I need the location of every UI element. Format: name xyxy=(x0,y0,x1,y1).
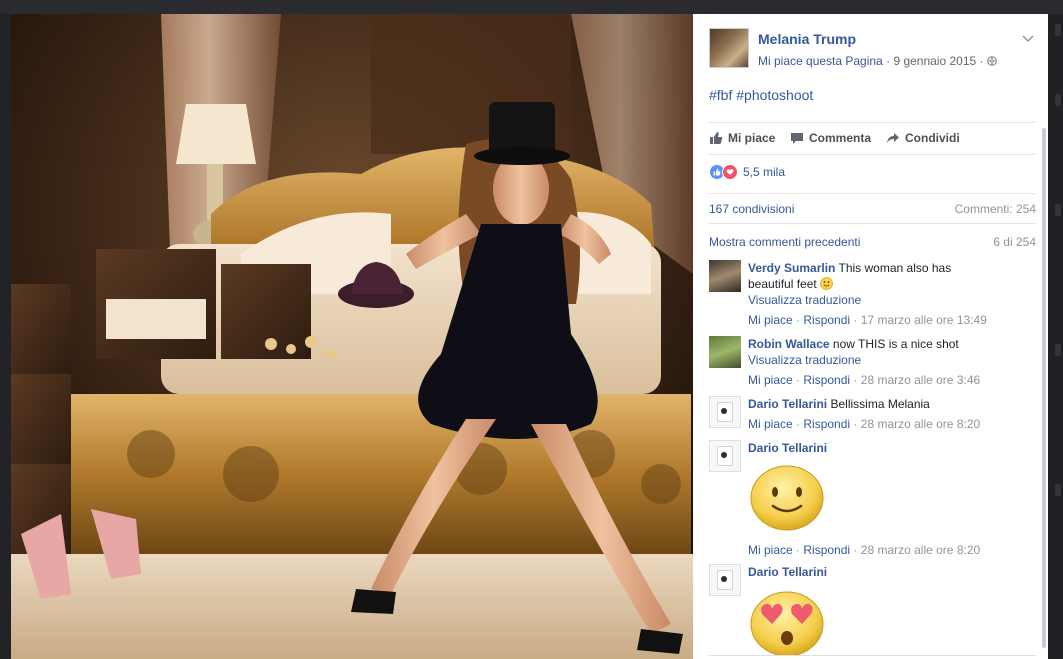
love-reaction-icon xyxy=(722,164,738,180)
like-page-link[interactable]: Mi piace questa Pagina xyxy=(758,54,883,68)
comment-author[interactable]: Robin Wallace xyxy=(748,337,830,351)
comment-timestamp[interactable]: 28 marzo alle ore 8:20 xyxy=(861,543,980,557)
background-right-edge xyxy=(1048,14,1063,659)
comment-input-divider xyxy=(709,655,1036,659)
reactions-count: 5,5 mila xyxy=(743,165,786,179)
commenter-avatar[interactable] xyxy=(709,564,741,596)
background-left-edge xyxy=(0,14,11,659)
comment-author[interactable]: Dario Tellarini xyxy=(748,565,827,579)
page-avatar[interactable] xyxy=(709,28,749,68)
comment-bubble-icon xyxy=(790,132,804,145)
comment-author[interactable]: Dario Tellarini xyxy=(748,441,827,455)
comment-timestamp[interactable]: 17 marzo alle ore 13:49 xyxy=(861,313,987,327)
action-separator: · xyxy=(853,313,858,327)
divider xyxy=(709,193,1036,194)
post-meta: Mi piace questa Pagina · 9 gennaio 2015 … xyxy=(758,54,997,68)
post-options-chevron-icon[interactable] xyxy=(1022,32,1034,46)
comment-reply-link[interactable]: Rispondi xyxy=(803,417,850,431)
smiley-sticker xyxy=(748,462,1003,538)
action-separator: · xyxy=(796,373,801,387)
post-photo[interactable] xyxy=(11,14,693,659)
comment-actions: Mi piace · Rispondi · 28 marzo alle ore … xyxy=(748,542,1003,558)
comment-like-link[interactable]: Mi piace xyxy=(748,313,793,327)
smile-emoji-icon xyxy=(820,277,833,291)
comment-actions: Mi piace · Rispondi · 28 marzo alle ore … xyxy=(748,416,1003,432)
comment-text: beautiful feet xyxy=(748,277,817,291)
meta-separator: · xyxy=(979,54,984,68)
comment-reply-link[interactable]: Rispondi xyxy=(803,543,850,557)
comment-body: Dario Tellarini Bellissima Melania Mi pi… xyxy=(748,396,1003,432)
stats-row: 167 condivisioni Commenti: 254 xyxy=(709,202,1036,216)
background-page-strip xyxy=(0,0,1063,14)
comment-like-link[interactable]: Mi piace xyxy=(748,417,793,431)
action-separator: · xyxy=(853,543,858,557)
thumbs-up-icon xyxy=(709,131,723,145)
commenter-avatar[interactable] xyxy=(709,336,741,368)
comments-shown-count: 6 di 254 xyxy=(993,235,1036,249)
post-header: Melania Trump Mi piace questa Pagina · 9… xyxy=(709,28,1034,72)
comment-timestamp[interactable]: 28 marzo alle ore 3:46 xyxy=(861,373,980,387)
comment-author[interactable]: Verdy Sumarlin xyxy=(748,261,835,275)
see-translation-link[interactable]: Visualizza traduzione xyxy=(748,292,1003,308)
comment-actions: Mi piace · Rispondi · 17 marzo alle ore … xyxy=(748,312,1003,328)
action-separator: · xyxy=(796,313,801,327)
post-date[interactable]: 9 gennaio 2015 xyxy=(893,54,976,68)
commenter-avatar[interactable] xyxy=(709,440,741,472)
action-separator: · xyxy=(796,543,801,557)
comment-timestamp[interactable]: 28 marzo alle ore 8:20 xyxy=(861,417,980,431)
comment-actions: Mi piace · Rispondi · 28 marzo alle ore … xyxy=(748,372,1003,388)
comment-reply-link[interactable]: Rispondi xyxy=(803,313,850,327)
post-detail-panel: Melania Trump Mi piace questa Pagina · 9… xyxy=(693,14,1048,659)
like-label: Mi piace xyxy=(728,131,776,145)
share-button[interactable]: Condividi xyxy=(886,131,960,145)
comment-text: Bellissima Melania xyxy=(830,397,930,411)
comments-count: Commenti: 254 xyxy=(954,202,1036,216)
reactions-summary[interactable]: 5,5 mila xyxy=(709,164,785,180)
panel-scrollbar[interactable] xyxy=(1042,128,1046,648)
divider xyxy=(709,223,1036,224)
globe-icon xyxy=(986,54,997,68)
comment-author[interactable]: Dario Tellarini xyxy=(748,397,827,411)
post-text[interactable]: #fbf #photoshoot xyxy=(709,87,813,103)
comment-body: Robin Wallace now THIS is a nice shot Vi… xyxy=(748,336,1003,388)
comment-text: now THIS is a nice shot xyxy=(832,337,959,351)
see-translation-link[interactable]: Visualizza traduzione xyxy=(748,352,1003,368)
meta-separator: · xyxy=(886,54,891,68)
commenter-avatar[interactable] xyxy=(709,260,741,292)
comment-body: Verdy Sumarlin This woman also has beaut… xyxy=(748,260,1003,328)
comment-like-link[interactable]: Mi piace xyxy=(748,373,793,387)
comment-button[interactable]: Commenta xyxy=(790,131,871,145)
comment-body: Dario Tellarini xyxy=(748,440,1003,558)
comment-text: This woman also has xyxy=(838,261,952,275)
action-separator: · xyxy=(853,417,858,431)
show-previous-comments-link[interactable]: Mostra commenti precedenti xyxy=(709,235,860,249)
like-button[interactable]: Mi piace xyxy=(709,131,775,145)
heart-eyes-sticker xyxy=(748,586,1003,659)
comment-body: Dario Tellarini xyxy=(748,564,1003,659)
comments-header: Mostra commenti precedenti 6 di 254 xyxy=(709,235,1036,249)
share-arrow-icon xyxy=(886,132,900,144)
action-separator: · xyxy=(796,417,801,431)
action-separator: · xyxy=(853,373,858,387)
commenter-avatar[interactable] xyxy=(709,396,741,428)
comment-label: Commenta xyxy=(809,131,872,145)
page-name[interactable]: Melania Trump xyxy=(758,31,856,47)
shares-count-link[interactable]: 167 condivisioni xyxy=(709,202,794,216)
post-action-bar: Mi piace Commenta Condividi xyxy=(709,122,1036,155)
share-label: Condividi xyxy=(905,131,960,145)
comment-like-link[interactable]: Mi piace xyxy=(748,543,793,557)
comment-reply-link[interactable]: Rispondi xyxy=(803,373,850,387)
